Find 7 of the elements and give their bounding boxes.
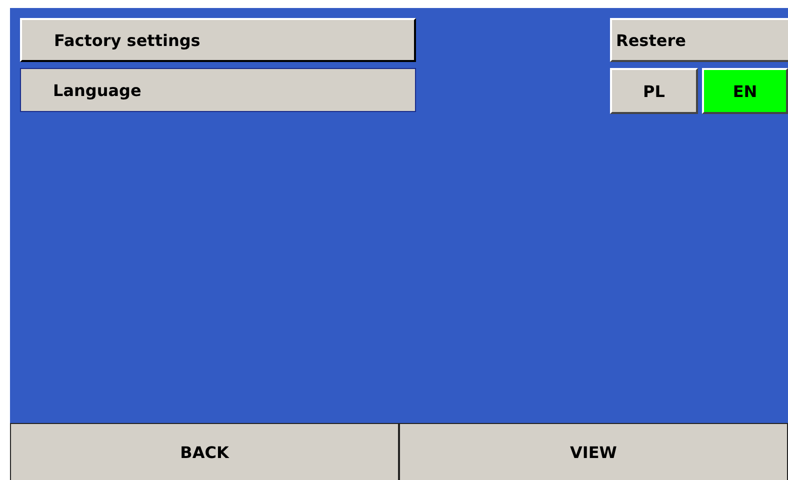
language-button[interactable]: EN <box>702 68 788 114</box>
view-button[interactable]: VIEW <box>399 423 788 480</box>
back-button[interactable]: BACK <box>10 423 399 480</box>
language-button[interactable]: PL <box>610 68 698 114</box>
menu-item[interactable]: Language <box>20 68 416 112</box>
menu-item[interactable]: Factory settings <box>20 18 416 62</box>
restore-button[interactable]: Restere <box>610 18 788 62</box>
